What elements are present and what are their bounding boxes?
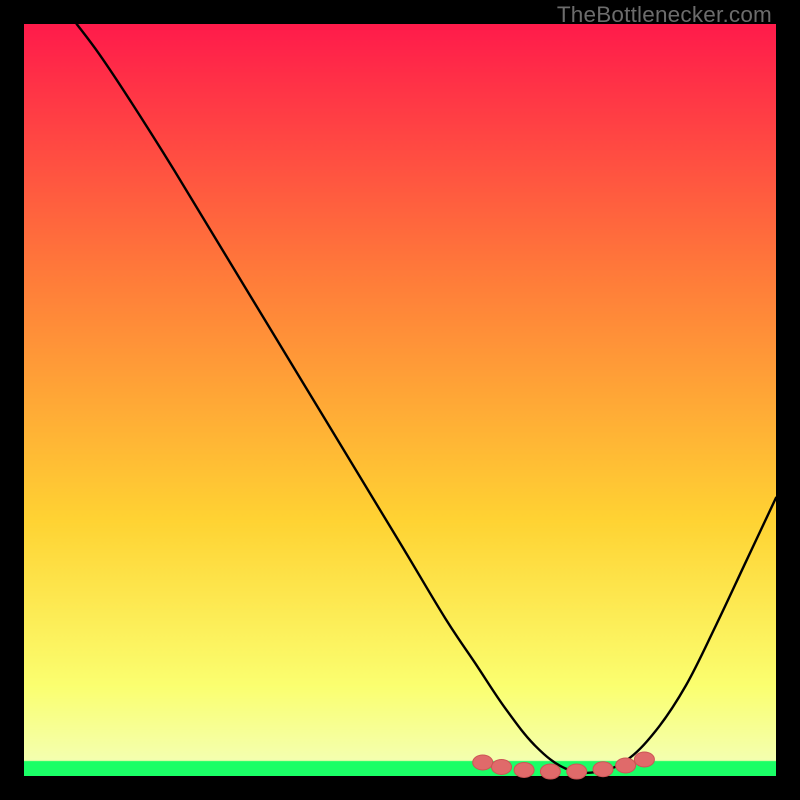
plot-frame (24, 24, 776, 776)
marker-dot (473, 755, 493, 770)
marker-dot (567, 764, 587, 779)
curve-layer (24, 24, 776, 776)
marker-dot (593, 762, 613, 777)
marker-dot (492, 759, 512, 774)
optimal-range-markers (473, 752, 655, 779)
marker-dot (514, 762, 534, 777)
marker-dot (540, 764, 560, 779)
marker-dot (616, 758, 636, 773)
watermark-text: TheBottlenecker.com (557, 2, 772, 28)
bottleneck-curve (77, 24, 776, 773)
marker-dot (634, 752, 654, 767)
